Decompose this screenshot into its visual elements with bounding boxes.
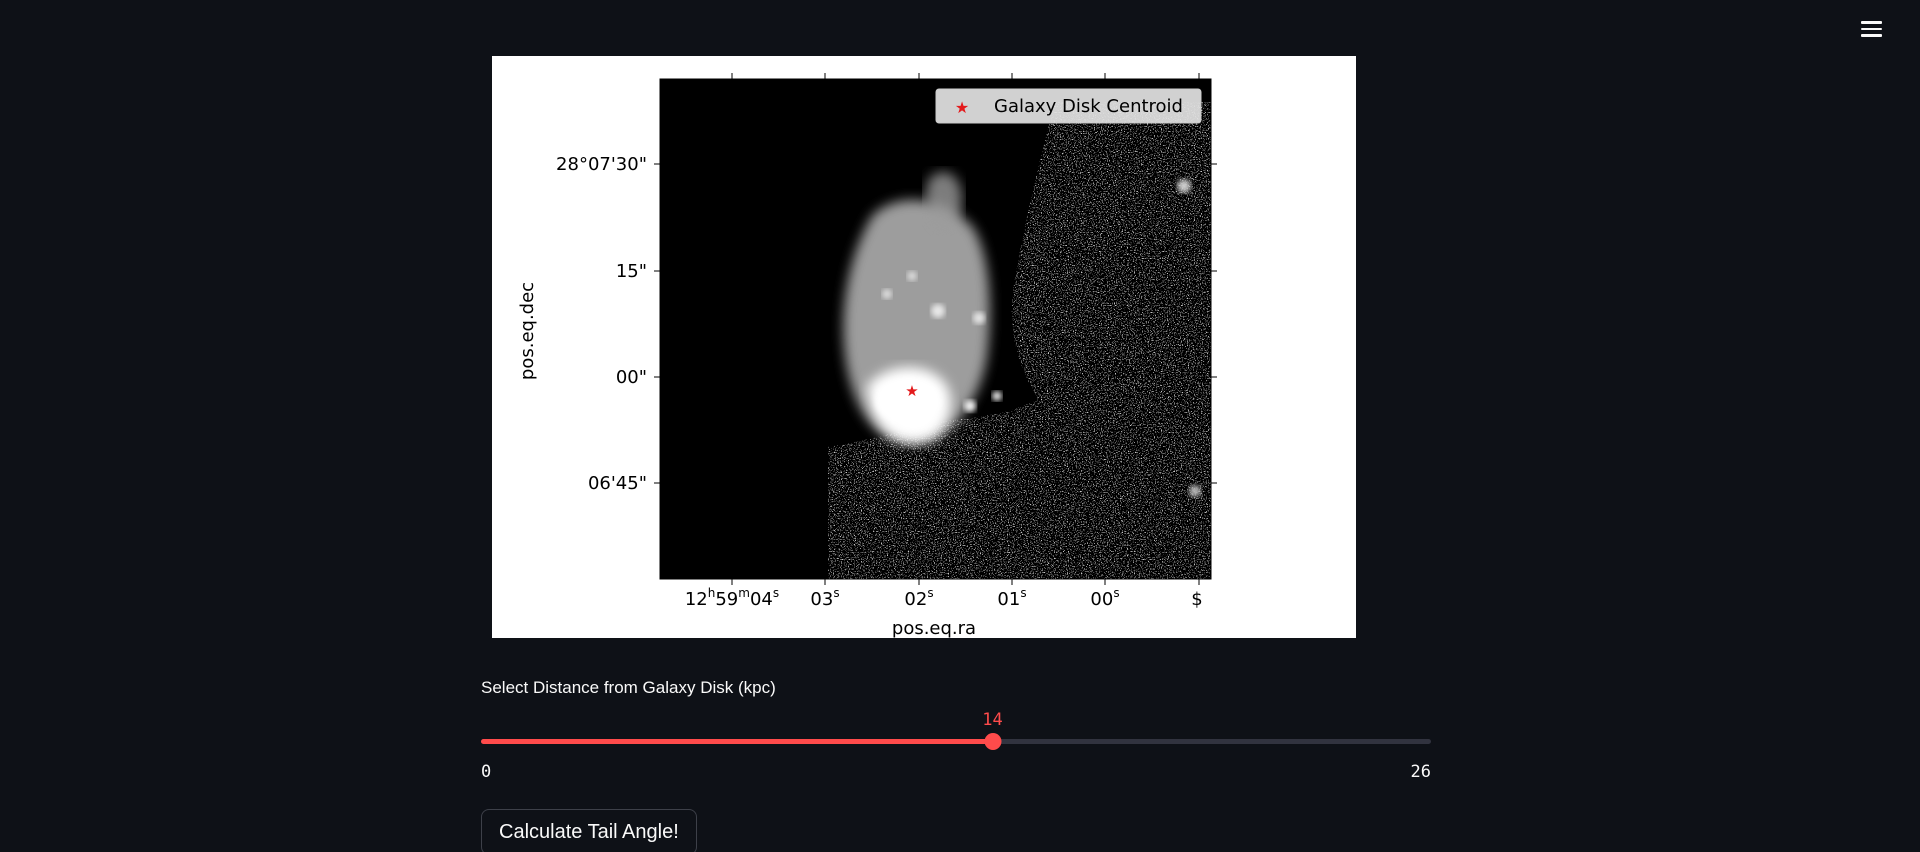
slider-label: Select Distance from Galaxy Disk (kpc): [481, 678, 776, 697]
legend: ★ Galaxy Disk Centroid: [935, 88, 1202, 124]
y-tick-label: 06'45": [588, 473, 647, 494]
top-axis-ticks: [731, 73, 1200, 79]
x-tick-label: 12h59m04s: [685, 586, 779, 610]
slider-current-value: 14: [982, 710, 1003, 730]
slider-track-fill: [481, 739, 993, 744]
hamburger-menu-icon[interactable]: [1854, 14, 1888, 44]
x-tick-label: 01s: [997, 586, 1026, 610]
legend-label: Galaxy Disk Centroid: [994, 96, 1183, 117]
x-tick-label: 00s: [1090, 586, 1119, 610]
app: 28°07'30" 15" 00" 06'45" 12h59m04s 03s 0…: [0, 0, 1920, 852]
slider-track[interactable]: [481, 733, 1431, 750]
x-tick-label: 02s: [904, 586, 933, 610]
y-tick-label: 00": [616, 367, 647, 388]
legend-star-icon: ★: [955, 98, 969, 117]
y-tick-label: 28°07'30": [556, 154, 647, 175]
y-tick-label: 15": [616, 261, 647, 282]
x-tick-label: $: [1191, 589, 1202, 610]
galaxy-image-figure: 28°07'30" 15" 00" 06'45" 12h59m04s 03s 0…: [492, 56, 1356, 638]
y-axis-label: pos.eq.dec: [517, 282, 538, 380]
x-axis-label: pos.eq.ra: [892, 618, 976, 638]
calculate-tail-angle-button[interactable]: Calculate Tail Angle!: [481, 809, 697, 852]
slider-max-label: 26: [1410, 762, 1431, 782]
galaxy-image: [660, 79, 1211, 579]
centroid-star-icon: ★: [905, 382, 918, 400]
x-tick-label: 03s: [810, 586, 839, 610]
slider-thumb[interactable]: [984, 733, 1002, 750]
distance-slider-section: Select Distance from Galaxy Disk (kpc) 1…: [481, 670, 1431, 782]
slider-min-label: 0: [481, 762, 492, 782]
